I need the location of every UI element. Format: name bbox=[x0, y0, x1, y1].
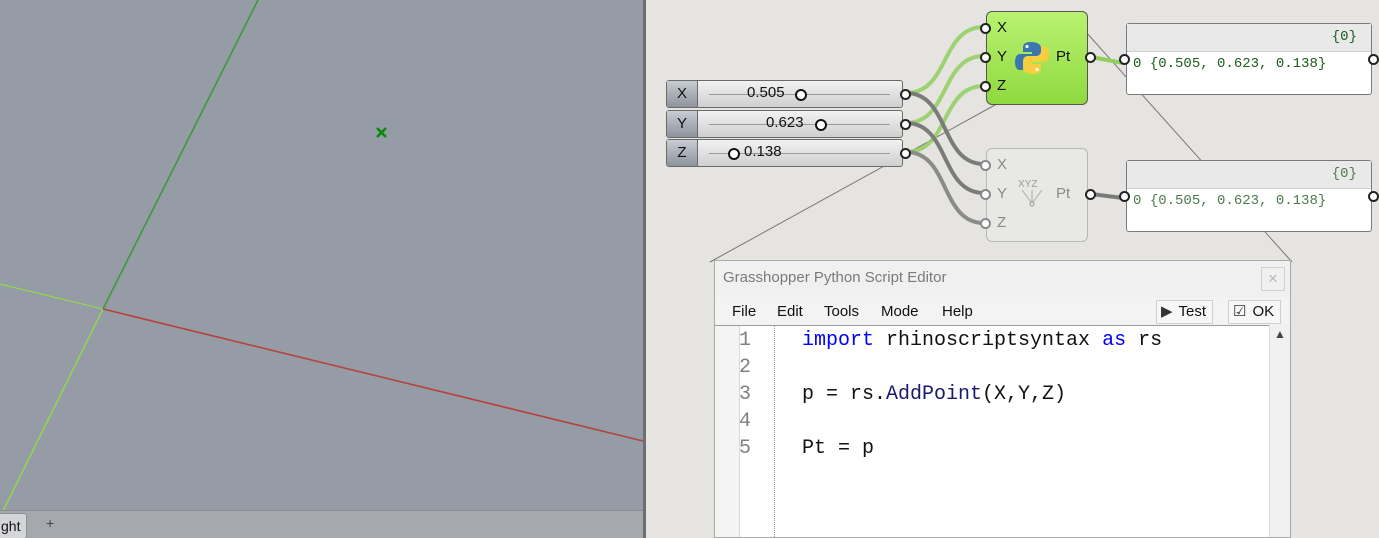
ok-button[interactable]: ☑ OK bbox=[1228, 300, 1282, 324]
py-input-x-port[interactable] bbox=[980, 23, 991, 34]
panel-input-port[interactable] bbox=[1119, 191, 1130, 202]
editor-gutter bbox=[715, 326, 740, 537]
py-output-pt-port[interactable] bbox=[1085, 52, 1096, 63]
panel-value: {0.505, 0.623, 0.138} bbox=[1149, 56, 1327, 72]
panel-input-port[interactable] bbox=[1119, 54, 1130, 65]
slider-y[interactable]: Y 0.623 bbox=[666, 110, 903, 138]
slider-z-output-port[interactable] bbox=[900, 148, 911, 159]
plus-icon[interactable]: + bbox=[46, 515, 54, 531]
viewport-tabbar: ght + bbox=[0, 510, 643, 538]
code-prefix: p = rs. bbox=[802, 383, 887, 406]
slider-z[interactable]: Z 0.138 bbox=[666, 139, 903, 167]
output-panel-python[interactable]: {0} 0 {0.505, 0.623, 0.138} bbox=[1126, 23, 1372, 95]
output-panel-construct-point[interactable]: {0} 0 {0.505, 0.623, 0.138} bbox=[1126, 160, 1372, 232]
editor-menubar: File Edit Tools Mode Help ▶ Test ☑ OK bbox=[715, 297, 1290, 325]
py-input-z-port[interactable] bbox=[980, 81, 991, 92]
module-name: rhinoscriptsyntax bbox=[874, 329, 1103, 352]
code-line-5: Pt = p bbox=[802, 437, 875, 460]
keyword-as: as bbox=[1102, 329, 1127, 352]
menu-file[interactable]: File bbox=[732, 303, 756, 320]
slider-knob[interactable] bbox=[795, 89, 807, 101]
menu-mode[interactable]: Mode bbox=[881, 303, 919, 320]
y-axis-line bbox=[102, 0, 259, 310]
menu-help[interactable]: Help bbox=[942, 303, 973, 320]
checkmark-icon: ☑ bbox=[1233, 303, 1247, 320]
slider-value: 0.505 bbox=[747, 84, 785, 101]
panel-path: {0} bbox=[1127, 24, 1371, 52]
line-number: 5 bbox=[739, 437, 752, 460]
close-icon[interactable]: ✕ bbox=[1261, 267, 1285, 291]
play-icon: ▶ bbox=[1161, 303, 1173, 320]
line-number: 1 bbox=[739, 329, 752, 352]
input-z-label: Z bbox=[997, 214, 1007, 231]
line-number: 3 bbox=[739, 383, 752, 406]
chevron-up-icon[interactable]: ▲ bbox=[1274, 327, 1286, 341]
panel-value: {0.505, 0.623, 0.138} bbox=[1149, 193, 1327, 209]
test-label: Test bbox=[1178, 303, 1207, 320]
xyz-output-pt-port[interactable] bbox=[1085, 189, 1096, 200]
slider-label: X bbox=[667, 81, 698, 107]
function-args: (X,Y,Z) bbox=[982, 383, 1067, 406]
python-logo-icon bbox=[1015, 42, 1049, 74]
panel-index: 0 bbox=[1133, 193, 1142, 209]
xyz-input-x-port[interactable] bbox=[980, 160, 991, 171]
code-line-1: import rhinoscriptsyntax as rs bbox=[802, 329, 1162, 352]
python-script-editor[interactable]: Grasshopper Python Script Editor ✕ File … bbox=[714, 260, 1291, 538]
xyz-input-y-port[interactable] bbox=[980, 189, 991, 200]
slider-label: Z bbox=[667, 140, 698, 166]
input-y-label: Y bbox=[997, 48, 1008, 65]
function-name: AddPoint bbox=[886, 383, 983, 406]
ok-label: OK bbox=[1252, 303, 1275, 320]
output-pt-label: Pt bbox=[1056, 48, 1071, 65]
slider-y-output-port[interactable] bbox=[900, 119, 911, 130]
slider-knob[interactable] bbox=[815, 119, 827, 131]
module-alias: rs bbox=[1126, 329, 1163, 352]
slider-label: Y bbox=[667, 111, 698, 137]
panel-path: {0} bbox=[1127, 161, 1371, 189]
construct-point-component[interactable]: X Y Z Pt XYZ bbox=[986, 148, 1088, 242]
viewport-tab-right[interactable]: ght bbox=[0, 513, 28, 538]
menu-edit[interactable]: Edit bbox=[777, 303, 803, 320]
rhino-viewport[interactable]: ght + bbox=[0, 0, 643, 538]
code-line-3: p = rs.AddPoint(X,Y,Z) bbox=[802, 383, 1066, 406]
xyz-point-icon: XYZ bbox=[1018, 179, 1043, 207]
fold-margin bbox=[774, 326, 775, 537]
x-axis-line bbox=[102, 308, 643, 442]
output-pt-label: Pt bbox=[1056, 185, 1071, 202]
z-axis-line bbox=[0, 308, 104, 518]
keyword-import: import bbox=[802, 329, 875, 352]
slider-knob[interactable] bbox=[728, 148, 740, 160]
panel-output-port[interactable] bbox=[1368, 54, 1379, 65]
panel-output-port[interactable] bbox=[1368, 191, 1379, 202]
panel-row: 0 {0.505, 0.623, 0.138} bbox=[1133, 56, 1326, 72]
vertical-scrollbar[interactable]: ▲ bbox=[1269, 325, 1290, 537]
svg-text:XYZ: XYZ bbox=[1018, 179, 1037, 190]
input-y-label: Y bbox=[997, 185, 1008, 202]
code-editor-area[interactable]: 1 2 3 4 5 import rhinoscriptsyntax as rs… bbox=[715, 325, 1270, 537]
slider-x[interactable]: X 0.505 bbox=[666, 80, 903, 108]
line-number: 2 bbox=[739, 356, 752, 379]
input-z-label: Z bbox=[997, 77, 1007, 94]
slider-value: 0.138 bbox=[744, 143, 782, 160]
py-input-y-port[interactable] bbox=[980, 52, 991, 63]
panel-index: 0 bbox=[1133, 56, 1142, 72]
input-x-label: X bbox=[997, 19, 1008, 36]
slider-value: 0.623 bbox=[766, 114, 804, 131]
panel-row: 0 {0.505, 0.623, 0.138} bbox=[1133, 193, 1326, 209]
line-number: 4 bbox=[739, 410, 752, 433]
slider-x-output-port[interactable] bbox=[900, 89, 911, 100]
point-marker-icon bbox=[376, 127, 387, 138]
python-script-component[interactable]: X Y Z Pt bbox=[986, 11, 1088, 105]
test-button[interactable]: ▶ Test bbox=[1156, 300, 1214, 324]
viewport-axes bbox=[0, 0, 643, 518]
input-x-label: X bbox=[997, 156, 1008, 173]
menu-tools[interactable]: Tools bbox=[824, 303, 859, 320]
z-axis-back-line bbox=[0, 283, 104, 310]
xyz-input-z-port[interactable] bbox=[980, 218, 991, 229]
editor-title: Grasshopper Python Script Editor bbox=[723, 269, 947, 286]
